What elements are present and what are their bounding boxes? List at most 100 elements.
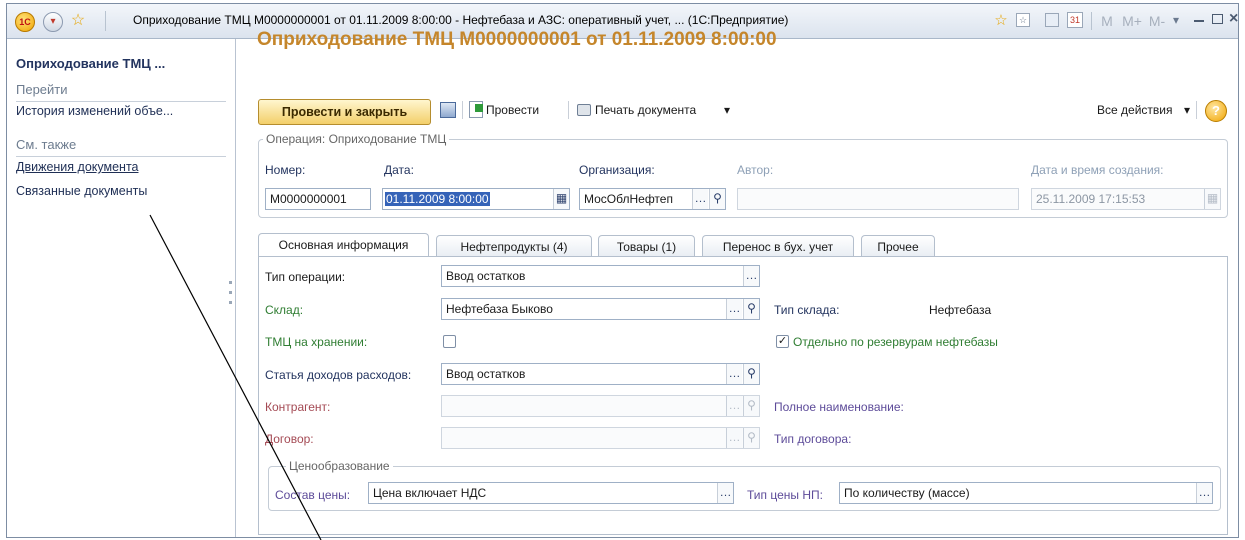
tab-accounting-transfer[interactable]: Перенос в бух. учет (702, 235, 854, 257)
author-field (737, 188, 1019, 210)
splitter-grip-icon[interactable] (229, 301, 232, 304)
storage-checkbox[interactable] (443, 335, 456, 348)
app-window: 1С ▾ ☆ Оприходование ТМЦ М0000000001 от … (6, 3, 1239, 538)
select-ellipsis-icon[interactable]: … (1196, 483, 1212, 503)
date-field[interactable]: 01.11.2009 8:00:00 ▦ (382, 188, 570, 210)
contract-type-label: Тип договора: (774, 432, 852, 446)
post-and-close-button[interactable]: Провести и закрыть (258, 99, 431, 125)
price-type-value: По количеству (массе) (844, 486, 970, 500)
favorites-icon[interactable]: ☆ (1016, 13, 1030, 27)
divider (16, 156, 226, 157)
search-icon: ⚲ (743, 396, 759, 416)
date-value: 01.11.2009 8:00:00 (385, 192, 490, 206)
contract-field: … ⚲ (441, 427, 760, 449)
select-ellipsis-icon[interactable]: … (692, 189, 708, 209)
page-title: Оприходование ТМЦ М0000000001 от 01.11.2… (257, 29, 777, 50)
favorites-star-icon[interactable]: ☆ (992, 12, 1010, 30)
price-type-field[interactable]: По количеству (массе) … (839, 482, 1213, 504)
title-separator (1091, 12, 1092, 30)
tab-goods[interactable]: Товары (1) (598, 235, 695, 257)
toolbar-separator (1196, 101, 1197, 119)
tab-main-info[interactable]: Основная информация (258, 233, 429, 257)
maximize-icon[interactable] (1212, 14, 1223, 24)
warehouse-type-value: Нефтебаза (929, 303, 992, 317)
tab-other[interactable]: Прочее (861, 235, 935, 257)
star-icon[interactable]: ☆ (69, 12, 87, 30)
save-icon[interactable] (440, 102, 456, 118)
post-icon-mark (475, 104, 483, 112)
calculator-icon[interactable] (1045, 13, 1059, 27)
warehouse-label: Склад: (265, 303, 304, 317)
all-actions-dropdown-icon[interactable]: ▾ (1184, 103, 1190, 117)
created-value: 25.11.2009 17:15:53 (1036, 192, 1146, 206)
select-ellipsis-icon[interactable]: … (743, 266, 759, 286)
memory-mplus-button[interactable]: M+ (1120, 13, 1144, 29)
separate-tanks-checkbox[interactable]: ✓ (776, 335, 789, 348)
chevron-down-icon[interactable]: ▾ (43, 12, 63, 32)
price-composition-value: Цена включает НДС (373, 486, 487, 500)
post-button[interactable]: Провести (486, 103, 539, 117)
select-ellipsis-icon: … (726, 396, 742, 416)
created-label: Дата и время создания: (1031, 163, 1164, 177)
print-button[interactable]: Печать документа (595, 103, 696, 117)
price-composition-label: Состав цены: (275, 488, 351, 502)
calendar-icon[interactable]: ▦ (553, 189, 569, 209)
search-icon: ⚲ (743, 428, 759, 448)
counterparty-field: … ⚲ (441, 395, 760, 417)
pricing-group-label: Ценообразование (286, 459, 393, 473)
search-icon[interactable]: ⚲ (743, 299, 759, 319)
select-ellipsis-icon[interactable]: … (726, 364, 742, 384)
splitter-grip-icon[interactable] (229, 281, 232, 284)
print-dropdown-icon[interactable]: ▾ (724, 103, 730, 117)
toolbar-separator (568, 101, 569, 119)
warehouse-field[interactable]: Нефтебаза Быково … ⚲ (441, 298, 760, 320)
document-movements-link[interactable]: Движения документа (16, 160, 138, 174)
organization-field[interactable]: МосОблНефтеп … ⚲ (579, 188, 726, 210)
help-icon[interactable]: ? (1205, 100, 1227, 122)
price-type-label: Тип цены НП: (747, 488, 823, 502)
select-ellipsis-icon: … (726, 428, 742, 448)
close-icon[interactable]: × (1229, 10, 1238, 28)
search-icon[interactable]: ⚲ (709, 189, 725, 209)
counterparty-label: Контрагент: (265, 400, 331, 414)
contract-label: Договор: (265, 432, 314, 446)
calendar-icon[interactable]: 31 (1067, 12, 1083, 28)
all-actions-button[interactable]: Все действия (1097, 103, 1172, 117)
date-label: Дата: (384, 163, 414, 177)
minimize-icon[interactable] (1194, 20, 1204, 22)
window-title: Оприходование ТМЦ М0000000001 от 01.11.2… (133, 13, 789, 27)
history-link[interactable]: История изменений объе... (16, 104, 173, 118)
memory-mminus-button[interactable]: M- (1146, 13, 1168, 29)
dropdown-icon[interactable]: ▾ (1173, 13, 1179, 27)
select-ellipsis-icon[interactable]: … (717, 483, 733, 503)
title-separator (105, 11, 106, 31)
income-expense-field[interactable]: Ввод остатков … ⚲ (441, 363, 760, 385)
operation-group-label: Операция: Оприходование ТМЦ (263, 132, 450, 146)
number-label: Номер: (265, 163, 306, 177)
related-documents-link[interactable]: Связанные документы (16, 184, 147, 198)
select-ellipsis-icon[interactable]: … (726, 299, 742, 319)
operation-type-value: Ввод остатков (446, 269, 526, 283)
printer-icon[interactable] (577, 104, 591, 116)
toolbar-separator (462, 101, 463, 119)
splitter-grip-icon[interactable] (229, 291, 232, 294)
warehouse-value: Нефтебаза Быково (446, 302, 553, 316)
author-label: Автор: (737, 163, 774, 177)
operation-type-field[interactable]: Ввод остатков … (441, 265, 760, 287)
tab-oil-products[interactable]: Нефтепродукты (4) (436, 235, 592, 257)
created-field: 25.11.2009 17:15:53 ▦ (1031, 188, 1221, 210)
search-icon[interactable]: ⚲ (743, 364, 759, 384)
income-expense-value: Ввод остатков (446, 367, 526, 381)
left-navigation-panel: Оприходование ТМЦ ... Перейти История из… (7, 39, 236, 537)
separate-tanks-label: Отдельно по резервурам нефтебазы (793, 335, 998, 349)
storage-label: ТМЦ на хранении: (265, 335, 368, 349)
divider (16, 101, 226, 102)
price-composition-field[interactable]: Цена включает НДС … (368, 482, 734, 504)
memory-m-button[interactable]: M (1098, 13, 1116, 29)
organization-value: МосОблНефтеп (584, 192, 673, 206)
income-expense-label: Статья доходов расходов: (265, 368, 412, 382)
number-field[interactable]: М0000000001 (265, 188, 371, 210)
app-logo-icon[interactable]: 1С (15, 12, 35, 32)
post-icon[interactable] (469, 101, 483, 118)
organization-label: Организация: (579, 163, 655, 177)
